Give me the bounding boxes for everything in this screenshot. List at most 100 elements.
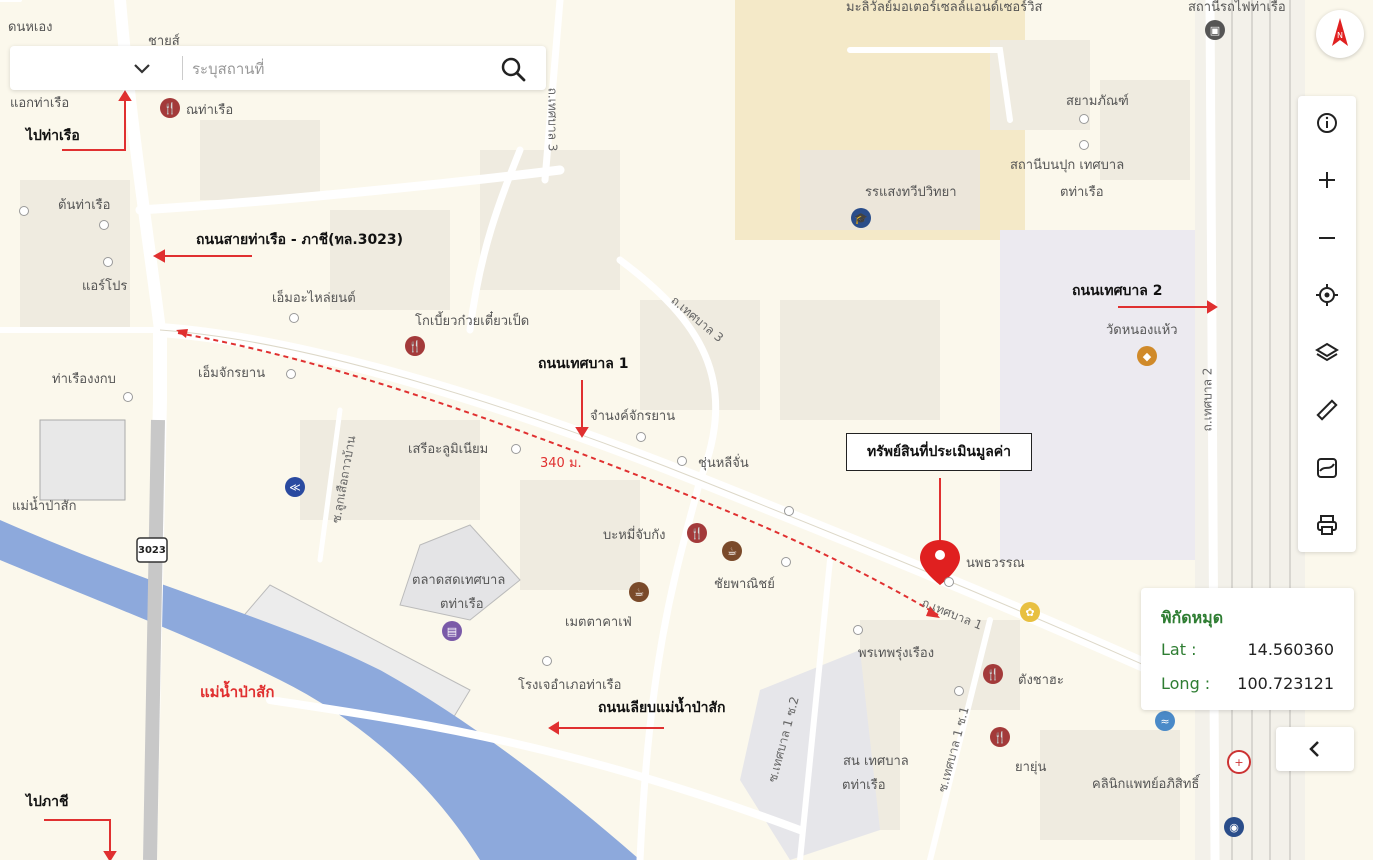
poi-dot[interactable] <box>19 206 29 216</box>
poi-dot[interactable] <box>1079 140 1089 150</box>
poi-dot[interactable] <box>853 625 863 635</box>
poi-dot[interactable] <box>289 313 299 323</box>
lat-value: 14.560360 <box>1247 640 1334 659</box>
search-input[interactable] <box>190 54 484 84</box>
poi-dot[interactable] <box>1079 114 1089 124</box>
annotation-to-port: ไปท่าเรือ <box>26 128 80 144</box>
map-label: ต้นท่าเรือ <box>58 198 111 213</box>
poi-dot[interactable] <box>954 686 964 696</box>
school-icon[interactable]: 🎓 <box>851 208 871 228</box>
temple-icon[interactable]: ◆ <box>1137 346 1157 366</box>
map-label: เมตตาคาเฟ่ <box>565 615 632 630</box>
cafe-icon[interactable]: ☕ <box>629 582 649 602</box>
map-label: เอ็มอะไหล่ยนต์ <box>272 291 356 306</box>
map-canvas[interactable] <box>0 0 1373 860</box>
coordinates-title: พิกัดหมุด <box>1161 608 1224 627</box>
hospital-icon[interactable]: + <box>1227 750 1251 774</box>
train-icon[interactable]: ▣ <box>1205 20 1225 40</box>
map-label: ตลาดสดเทศบาล <box>412 573 506 588</box>
map-label: บะหมี่จับกัง <box>603 528 666 543</box>
collapse-panel-button[interactable] <box>1276 727 1354 771</box>
map-label: สน เทศบาล <box>843 754 909 769</box>
map-label: ดนหเอง <box>8 20 53 35</box>
poi-dot[interactable] <box>944 577 954 587</box>
poi-dot[interactable] <box>542 656 552 666</box>
search-icon[interactable] <box>500 56 526 82</box>
map-label: สถานีรถไฟท่าเรือ <box>1188 0 1286 15</box>
distance-label: 340 ม. <box>540 456 582 471</box>
restaurant-icon[interactable]: 🍴 <box>160 98 180 118</box>
map-label: เอ็มจักรยาน <box>198 366 266 381</box>
map-label: ตังชาฮะ <box>1018 673 1064 688</box>
annotation-road-thetsaban1: ถนนเทศบาล 1 <box>538 356 629 372</box>
map-label: มะลิวัลย์มอเตอร์เซลล์แอนด์เซอร์วิส <box>846 0 1043 15</box>
road-label: ถ.เทศบาล 2 <box>1200 367 1215 432</box>
map-label: พรเทพรุ่งเรือง <box>858 646 935 661</box>
ruler-button[interactable] <box>1312 395 1342 425</box>
gas-icon[interactable]: ◉ <box>1224 817 1244 837</box>
zoom-out-button[interactable] <box>1312 223 1342 253</box>
map-label: สถานีบนปุก เทศบาล <box>1010 158 1125 173</box>
water-icon[interactable]: ≈ <box>1155 711 1175 731</box>
compass-icon: N <box>1332 18 1348 46</box>
zoom-in-button[interactable] <box>1312 165 1342 195</box>
info-button[interactable] <box>1312 108 1342 138</box>
poi-dot[interactable] <box>784 506 794 516</box>
map-label: ท่าเรืองงกบ <box>52 372 116 387</box>
search-bar <box>10 46 546 90</box>
map-label: นพธวรรณ <box>966 556 1025 571</box>
annotation-road-thetsaban2: ถนนเทศบาล 2 <box>1072 283 1163 299</box>
poi-dot[interactable] <box>99 220 109 230</box>
compass-button[interactable]: N <box>1316 10 1364 58</box>
restaurant-icon[interactable]: 🍴 <box>983 664 1003 684</box>
map-label: สยามภัณฑ์ <box>1066 94 1129 109</box>
poi-dot[interactable] <box>123 392 133 402</box>
long-label: Long : <box>1161 674 1211 693</box>
shrine-icon[interactable]: ✿ <box>1020 602 1040 622</box>
map-label: ณท่าเรือ <box>186 103 234 118</box>
restaurant-icon[interactable]: 🍴 <box>405 336 425 356</box>
map-style-button[interactable] <box>1312 453 1342 483</box>
property-label-box: ทรัพย์สินที่ประเมินมูลค่า <box>846 433 1032 471</box>
annotation-road-riverside: ถนนเลียบแม่น้ำป่าสัก <box>598 700 726 716</box>
info-icon <box>1317 113 1337 133</box>
map-label: รรแสงทวีปวิทยา <box>865 185 957 200</box>
market-icon[interactable]: ▤ <box>442 621 462 641</box>
annotation-road-3023: ถนนสายท่าเรือ - ภาชี(ทล.3023) <box>196 232 404 248</box>
layers-button[interactable] <box>1312 338 1342 368</box>
poi-dot[interactable] <box>677 456 687 466</box>
bank-icon[interactable]: ≪ <box>285 477 305 497</box>
map-label: ตท่าเรือ <box>440 597 484 612</box>
poi-dot[interactable] <box>781 557 791 567</box>
river-label: แม่น้ำป่าสัก <box>200 683 275 701</box>
restaurant-icon[interactable]: 🍴 <box>990 727 1010 747</box>
annotation-to-phachi: ไปภาชี <box>26 794 69 810</box>
map-style-icon <box>1317 458 1337 478</box>
lat-label: Lat : <box>1161 640 1197 659</box>
poi-dot[interactable] <box>511 444 521 454</box>
zoom-in-icon <box>1319 172 1335 188</box>
zoom-out-icon <box>1319 237 1335 239</box>
map-label: คลินิกแพทย์อภิสิทธิ์ <box>1092 777 1200 792</box>
chevron-down-icon[interactable] <box>132 58 152 78</box>
map-label: แม่น้ำป่าสัก <box>12 499 77 514</box>
layers-icon <box>1315 342 1339 362</box>
print-button[interactable] <box>1312 510 1342 540</box>
cafe-icon[interactable]: ☕ <box>722 541 742 561</box>
long-value: 100.723121 <box>1237 674 1334 693</box>
poi-dot[interactable] <box>636 432 646 442</box>
poi-dot[interactable] <box>103 257 113 267</box>
map-label: ชุ่นหลีจั่น <box>698 456 749 471</box>
locate-icon <box>1316 284 1338 306</box>
ruler-icon <box>1316 399 1338 421</box>
restaurant-icon[interactable]: 🍴 <box>687 523 707 543</box>
print-icon <box>1317 515 1337 535</box>
map-label: ยายุ่น <box>1015 760 1047 775</box>
road-shield: 3023 <box>138 545 166 556</box>
road-label: ถ.เทศบาล 3 <box>545 87 560 152</box>
property-label: ทรัพย์สินที่ประเมินมูลค่า <box>866 444 1012 460</box>
locate-button[interactable] <box>1312 280 1342 310</box>
map-label: ชัยพาณิชย์ <box>714 577 775 592</box>
poi-dot[interactable] <box>286 369 296 379</box>
pin-coordinates-panel: พิกัดหมุด Lat : 14.560360 Long : 100.723… <box>1141 588 1354 710</box>
